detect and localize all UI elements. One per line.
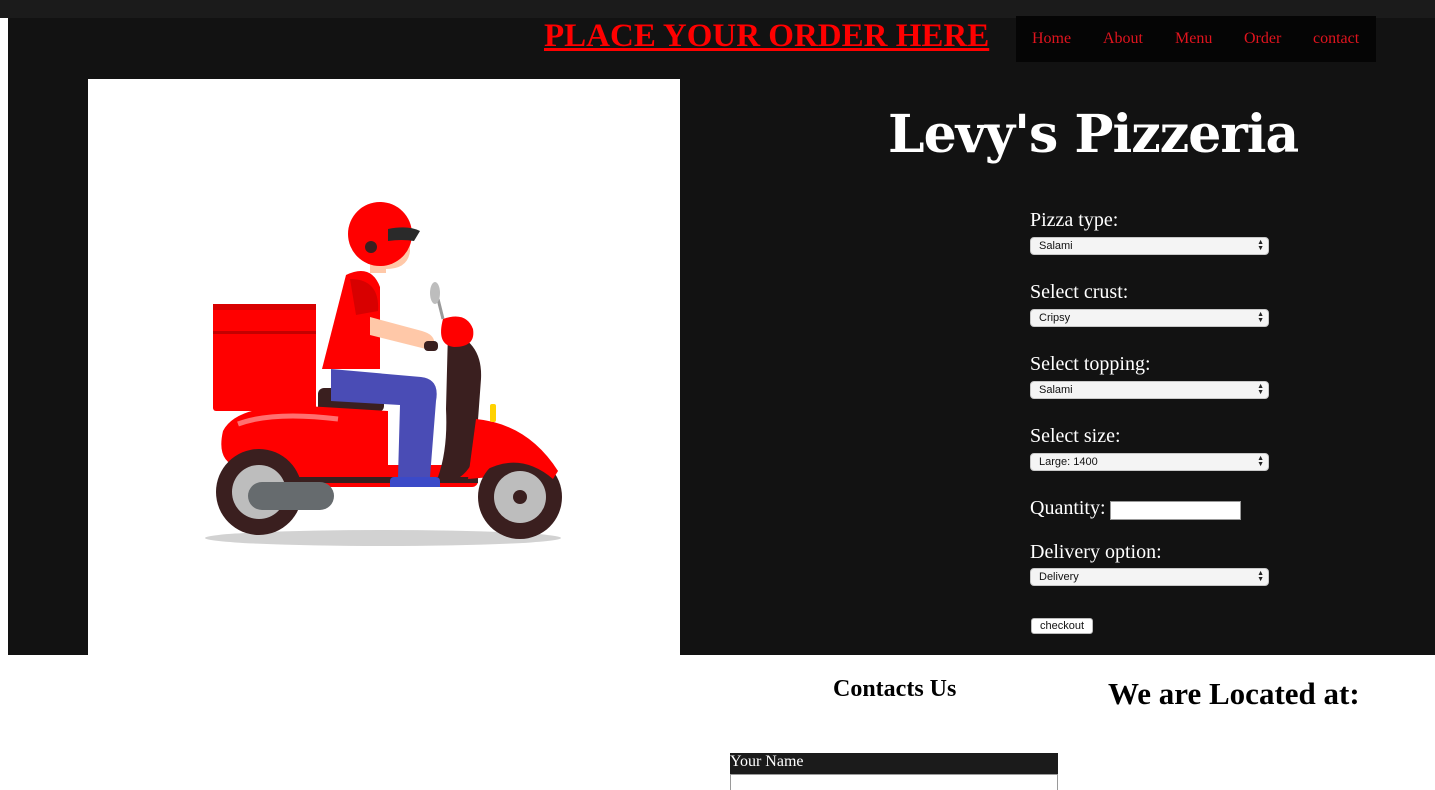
size-label: Select size: <box>1030 425 1121 447</box>
quantity-label: Quantity: <box>1030 497 1106 519</box>
pizza-type-select[interactable]: Salami ▲ ▼ <box>1030 237 1269 255</box>
topping-select[interactable]: Salami ▲ ▼ <box>1030 381 1269 399</box>
select-arrows-icon: ▲ ▼ <box>1257 570 1264 583</box>
size-value: Large: 1400 <box>1039 456 1098 468</box>
select-arrows-icon: ▲ ▼ <box>1257 455 1264 468</box>
nav-home[interactable]: Home <box>1032 30 1071 48</box>
crust-value: Cripsy <box>1039 312 1071 324</box>
select-arrows-icon: ▲ ▼ <box>1257 311 1264 324</box>
crust-label: Select crust: <box>1030 281 1129 303</box>
topping-label: Select topping: <box>1030 353 1151 375</box>
quantity-input[interactable] <box>1110 501 1241 520</box>
contacts-heading: Contacts Us <box>833 676 957 702</box>
name-label: Your Name <box>730 753 804 770</box>
size-select[interactable]: Large: 1400 ▲ ▼ <box>1030 453 1269 471</box>
pizza-type-value: Salami <box>1039 240 1073 252</box>
crust-select[interactable]: Cripsy ▲ ▼ <box>1030 309 1269 327</box>
nav-order[interactable]: Order <box>1244 30 1281 48</box>
pizza-type-label: Pizza type: <box>1030 209 1119 231</box>
checkout-button[interactable]: checkout <box>1031 618 1093 634</box>
nav-contact[interactable]: contact <box>1313 30 1359 48</box>
hero-image <box>88 79 680 655</box>
topping-value: Salami <box>1039 384 1073 396</box>
nav-menu[interactable]: Menu <box>1175 30 1212 48</box>
place-order-link[interactable]: PLACE YOUR ORDER HERE <box>544 16 989 56</box>
delivery-scooter-illustration <box>205 202 562 546</box>
delivery-label: Delivery option: <box>1030 541 1162 563</box>
select-arrows-icon: ▲ ▼ <box>1257 383 1264 396</box>
location-heading: We are Located at: <box>1108 676 1360 711</box>
delivery-value: Delivery <box>1039 571 1079 583</box>
brand-title: Levy's Pizzeria <box>888 104 1299 165</box>
navbar: Home About Menu Order contact <box>1016 16 1376 62</box>
select-arrows-icon: ▲ ▼ <box>1257 239 1264 252</box>
delivery-select[interactable]: Delivery ▲ ▼ <box>1030 568 1269 586</box>
nav-about[interactable]: About <box>1103 30 1143 48</box>
name-input[interactable] <box>730 774 1058 790</box>
